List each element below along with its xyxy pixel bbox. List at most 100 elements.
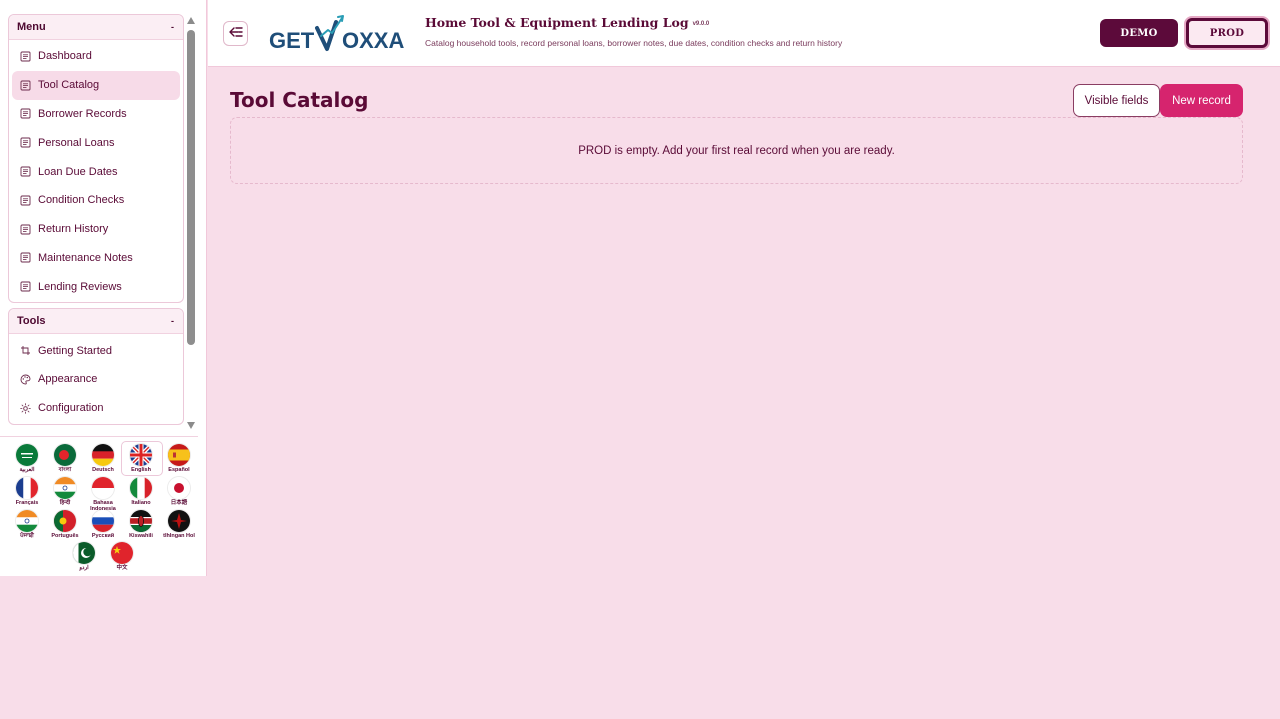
sidebar-scrollbar[interactable]	[186, 17, 196, 429]
flag-de-icon	[92, 444, 114, 466]
language-option-14[interactable]: tlhIngan Hol	[161, 510, 197, 539]
flag-jp-icon	[168, 477, 190, 499]
sidebar-item-label: Lending Reviews	[38, 280, 122, 293]
flag-sa-icon	[16, 444, 38, 466]
sidebar-item-lending-reviews[interactable]: Lending Reviews	[12, 272, 180, 301]
sidebar-item-appearance[interactable]: Appearance	[12, 365, 180, 394]
document-icon	[20, 195, 31, 206]
empty-state-message: PROD is empty. Add your first real recor…	[578, 144, 895, 157]
flag-es-icon	[168, 444, 190, 466]
tools-items: Getting Started Appearance Configuration	[9, 334, 183, 423]
sun-icon	[20, 402, 31, 414]
language-label: Deutsch	[92, 467, 114, 473]
menu-panel-header[interactable]: Menu -	[9, 15, 183, 40]
app-subtitle: Catalog household tools, record personal…	[425, 38, 843, 48]
language-option-16[interactable]: 中文	[104, 542, 140, 571]
language-option-13[interactable]: Kiswahili	[123, 510, 159, 539]
language-option-11[interactable]: Português	[47, 510, 83, 539]
language-option-9[interactable]: 日本語	[161, 477, 197, 506]
language-option-12[interactable]: Русский	[85, 510, 121, 539]
flag-id-icon	[92, 477, 114, 499]
language-label: 中文	[116, 565, 128, 571]
language-label: Français	[15, 500, 39, 506]
empty-state-box: PROD is empty. Add your first real recor…	[230, 117, 1243, 184]
sidebar-item-label: Dashboard	[38, 50, 92, 63]
sidebar-toggle-button[interactable]	[223, 21, 248, 46]
document-icon	[20, 51, 31, 62]
language-option-15[interactable]: اردو	[66, 542, 102, 571]
flag-ru-icon	[92, 510, 114, 532]
sidebar-item-return-history[interactable]: Return History	[12, 215, 180, 244]
app-title-text: Home Tool & Equipment Lending Log	[425, 15, 689, 30]
scroll-down-arrow-icon[interactable]	[187, 422, 195, 429]
flag-bd-icon	[54, 444, 76, 466]
crop-icon	[20, 345, 31, 356]
language-label: Português	[51, 533, 79, 539]
visible-fields-button[interactable]: Visible fields	[1073, 84, 1160, 117]
language-option-8[interactable]: Italiano	[123, 477, 159, 506]
language-option-3[interactable]: English	[121, 441, 163, 476]
language-option-6[interactable]: हिन्दी	[47, 477, 83, 506]
sidebar-item-label: Return History	[38, 223, 109, 236]
tools-panel-header[interactable]: Tools -	[9, 309, 183, 335]
palette-icon	[20, 374, 31, 385]
language-label: العربية	[19, 467, 35, 473]
language-label: English	[131, 467, 151, 473]
sidebar-item-label: Configuration	[38, 402, 104, 415]
sidebar-item-loan-due-dates[interactable]: Loan Due Dates	[12, 157, 180, 186]
language-label: Русский	[91, 533, 115, 539]
menu-panel: Menu - Dashboard Tool Catalog Borrower Rec…	[8, 14, 184, 304]
sidebar-item-label: Condition Checks	[38, 194, 125, 207]
language-option-0[interactable]: العربية	[9, 444, 45, 473]
sidebar-item-personal-loans[interactable]: Personal Loans	[12, 128, 180, 157]
sidebar-item-condition-checks[interactable]: Condition Checks	[12, 186, 180, 215]
language-label: Kiswahili	[129, 533, 153, 539]
flag-in-icon	[16, 510, 38, 532]
tools-collapse-toggle[interactable]: -	[171, 316, 174, 326]
sidebar-scroll-area: Menu - Dashboard Tool Catalog Borrower Rec…	[0, 14, 198, 433]
sidebar-item-label: Getting Started	[38, 344, 112, 357]
language-label: اردو	[79, 565, 89, 571]
document-icon	[20, 137, 31, 148]
new-record-button[interactable]: New record	[1160, 84, 1243, 117]
sidebar-item-tool-catalog[interactable]: Tool Catalog	[12, 70, 180, 100]
document-icon	[20, 252, 31, 263]
language-option-7[interactable]: Bahasa Indonesia	[85, 477, 121, 512]
language-label: ਪੰਜਾਬੀ	[20, 533, 34, 539]
language-option-5[interactable]: Français	[9, 477, 45, 506]
language-option-1[interactable]: বাংলা	[47, 444, 83, 473]
scroll-up-arrow-icon[interactable]	[187, 17, 195, 24]
menu-panel-title: Menu	[17, 21, 46, 33]
sidebar-item-borrower-records[interactable]: Borrower Records	[12, 100, 180, 129]
getvoxxa-logo[interactable]: GET OXXA	[269, 12, 411, 56]
page-title: Tool Catalog	[230, 88, 369, 112]
flag-pk-icon	[73, 542, 95, 564]
flag-fr-icon	[16, 477, 38, 499]
document-icon	[20, 108, 31, 119]
tools-panel: Tools - Getting Started Appearance Configu…	[8, 308, 184, 425]
sidebar-item-maintenance-notes[interactable]: Maintenance Notes	[12, 244, 180, 273]
app-title: Home Tool & Equipment Lending Log v9.0.0	[425, 15, 709, 30]
logo-text-oxxa: OXXA	[342, 28, 404, 53]
sidebar-item-dashboard[interactable]: Dashboard	[12, 42, 180, 71]
flag-in-icon	[54, 477, 76, 499]
document-icon	[20, 224, 31, 235]
sidebar: Menu - Dashboard Tool Catalog Borrower Rec…	[0, 0, 207, 576]
sidebar-item-label: Personal Loans	[38, 136, 115, 149]
language-option-4[interactable]: Español	[161, 444, 197, 473]
language-option-10[interactable]: ਪੰਜਾਬੀ	[9, 510, 45, 539]
language-picker: العربية বাংলা Deutsch English Español Françai…	[0, 436, 198, 576]
scrollbar-thumb[interactable]	[187, 30, 195, 345]
env-prod-button[interactable]: PROD	[1186, 18, 1268, 48]
sidebar-item-configuration[interactable]: Configuration	[12, 394, 180, 423]
language-option-2[interactable]: Deutsch	[85, 444, 121, 473]
flag-it-icon	[130, 477, 152, 499]
sidebar-item-getting-started[interactable]: Getting Started	[12, 336, 180, 365]
sidebar-item-label: Appearance	[38, 373, 98, 386]
top-header: GET OXXA Home Tool & Equipment Lending L…	[208, 0, 1280, 67]
document-icon	[20, 281, 31, 292]
env-demo-button[interactable]: DEMO	[1100, 19, 1178, 47]
language-label: हिन्दी	[59, 500, 71, 506]
document-icon	[20, 80, 31, 91]
menu-collapse-toggle[interactable]: -	[171, 22, 174, 32]
